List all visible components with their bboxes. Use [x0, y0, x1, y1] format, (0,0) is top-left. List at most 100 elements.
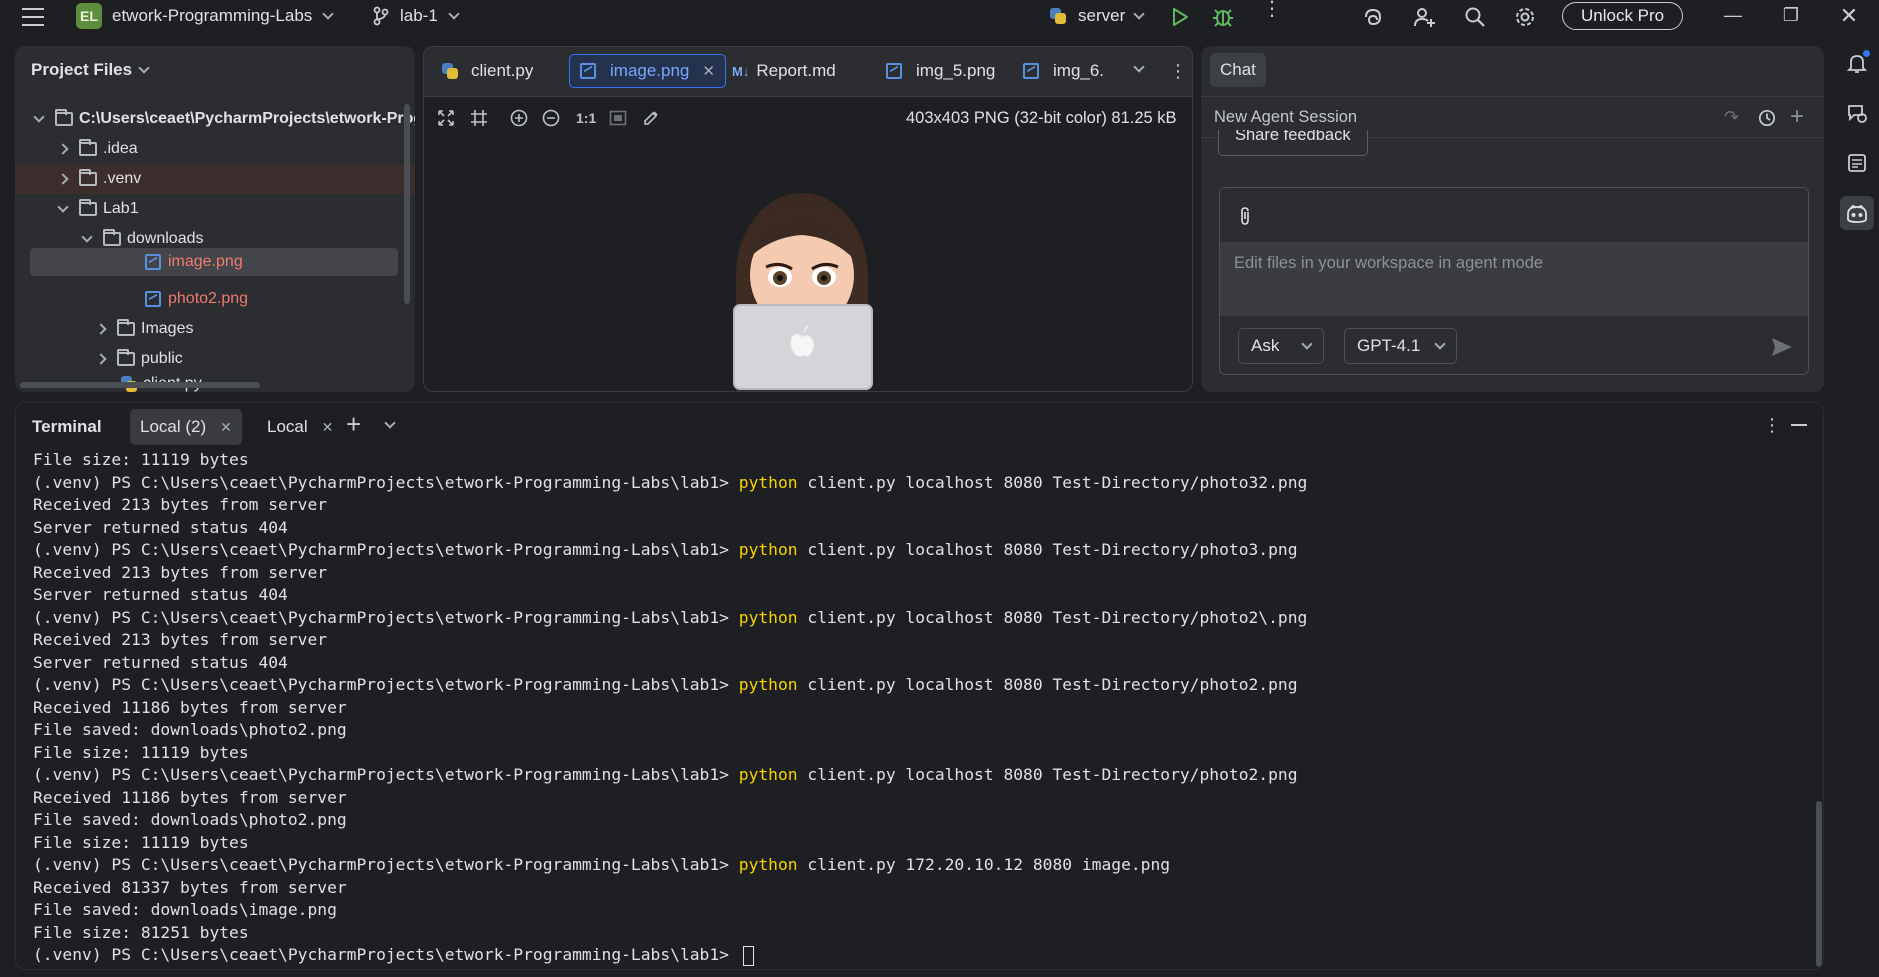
fit-zoom-icon[interactable]	[437, 109, 455, 127]
share-feedback-button[interactable]: Share feedback	[1218, 130, 1368, 156]
more-options-icon[interactable]: ⋮	[1262, 0, 1282, 19]
collapse-arrow-icon[interactable]	[57, 201, 69, 213]
terminal-header: Terminal Local (2) ✕ Local ✕ + ⋮	[16, 403, 1823, 451]
background-icon[interactable]	[609, 109, 627, 127]
gear-icon[interactable]	[1513, 5, 1537, 29]
minimize-icon[interactable]: —	[1704, 5, 1762, 26]
terminal-tab-local-2[interactable]: Local (2) ✕	[130, 409, 242, 445]
tree-item-photo2-png[interactable]: photo2.png	[145, 284, 248, 314]
tree-item-venv[interactable]: .venv	[15, 164, 415, 194]
expand-arrow-icon[interactable]	[57, 143, 69, 155]
chat-input[interactable]: Edit files in your workspace in agent mo…	[1220, 242, 1808, 316]
redo-icon[interactable]: ↷	[1724, 107, 1739, 128]
tree-item-client-py[interactable]: client.py	[121, 369, 202, 392]
terminal-command-line: (.venv) PS C:\Users\ceaet\PycharmProject…	[33, 764, 1298, 786]
terminal-options-icon[interactable]: ⋮	[1763, 415, 1781, 436]
vertical-scrollbar[interactable]	[404, 104, 410, 304]
command-args: client.py localhost 8080 Test-Directory/…	[797, 472, 1308, 492]
add-user-icon[interactable]	[1412, 5, 1436, 29]
run-icon[interactable]	[1171, 7, 1189, 27]
chat-tab[interactable]: Chat	[1210, 53, 1266, 87]
search-icon[interactable]	[1464, 6, 1486, 28]
close-tab-icon[interactable]: ✕	[322, 419, 334, 436]
git-branch-icon	[373, 6, 389, 26]
terminal-output-line: Server returned status 404	[33, 652, 288, 672]
new-terminal-icon[interactable]: +	[346, 409, 361, 440]
tree-item-images[interactable]: Images	[95, 314, 193, 344]
mode-select[interactable]: Ask	[1238, 328, 1325, 364]
close-tab-icon[interactable]: ✕	[220, 419, 232, 436]
new-session-icon[interactable]: +	[1790, 103, 1804, 131]
terminal-cursor	[742, 945, 754, 966]
tab-options-icon[interactable]: ⋮	[1169, 61, 1187, 82]
tab-img-6-png[interactable]: img_6.	[1013, 54, 1114, 88]
grid-icon[interactable]	[470, 109, 488, 127]
tab-list-chevron-icon[interactable]	[1133, 61, 1145, 73]
hide-panel-icon[interactable]	[1791, 424, 1807, 426]
zoom-in-icon[interactable]	[510, 109, 528, 127]
project-files-header[interactable]: Project Files	[31, 60, 150, 80]
document-icon[interactable]	[1840, 146, 1874, 180]
chevron-down-icon	[322, 8, 334, 20]
prompt: (.venv) PS C:\Users\ceaet\PycharmProject…	[33, 675, 739, 694]
copilot-icon[interactable]	[1839, 196, 1874, 230]
terminal-panel: Terminal Local (2) ✕ Local ✕ + ⋮ File si…	[15, 402, 1824, 970]
command-keyword: python	[738, 607, 798, 627]
debug-icon[interactable]	[1212, 6, 1234, 28]
prompt: (.venv) PS C:\Users\ceaet\PycharmProject…	[33, 472, 739, 492]
command-args: client.py localhost 8080 Test-Directory/…	[797, 765, 1298, 784]
terminal-output-line: Received 11186 bytes from server	[33, 787, 347, 807]
run-config-selector[interactable]: server	[1050, 6, 1145, 26]
ai-assistant-icon[interactable]	[1362, 6, 1384, 28]
terminal-current-prompt[interactable]: (.venv) PS C:\Users\ceaet\PycharmProject…	[33, 944, 754, 966]
restore-icon[interactable]: ❐	[1762, 5, 1820, 26]
color-picker-icon[interactable]	[642, 109, 660, 127]
project-files-panel: Project Files C:\Users\ceaet\PycharmProj…	[15, 46, 415, 392]
expand-arrow-icon[interactable]	[57, 173, 69, 185]
chat-placeholder: Edit files in your workspace in agent mo…	[1234, 254, 1544, 272]
tree-item-idea[interactable]: .idea	[57, 134, 138, 164]
chevron-down-icon	[1301, 338, 1314, 350]
expand-arrow-icon[interactable]	[95, 353, 107, 365]
avatar-image-preview	[733, 193, 873, 391]
tab-image-png[interactable]: image.png ✕	[569, 54, 726, 88]
chevron-down-icon	[1133, 8, 1145, 20]
terminal-scrollbar[interactable]	[1816, 801, 1822, 967]
history-icon[interactable]	[1758, 109, 1776, 127]
folder-icon	[117, 319, 135, 336]
expand-arrow-icon[interactable]	[95, 323, 107, 335]
collapse-arrow-icon[interactable]	[33, 111, 45, 123]
tree-item-image-png[interactable]: image.png	[30, 248, 398, 276]
tab-report-md[interactable]: M↓ Report.md	[722, 54, 846, 88]
command-keyword: python	[738, 765, 798, 784]
image-info: 403x403 PNG (32-bit color) 81.25 kB	[906, 109, 1177, 127]
tab-img-5-png[interactable]: img_5.png	[876, 54, 1005, 88]
zoom-out-icon[interactable]	[542, 109, 560, 127]
run-config-name: server	[1078, 6, 1126, 25]
horizontal-scrollbar[interactable]	[20, 382, 260, 388]
editor-tab-bar: client.py image.png ✕ M↓ Report.md img_5…	[424, 47, 1192, 97]
model-select[interactable]: GPT-4.1	[1344, 328, 1458, 364]
tree-item-lab1[interactable]: Lab1	[57, 194, 139, 224]
tree-item-root[interactable]: C:\Users\ceaet\PycharmProjects\etwork-Pr…	[33, 104, 415, 134]
terminal-title: Terminal	[32, 417, 102, 436]
ai-chat-icon[interactable]	[1840, 96, 1874, 130]
close-tab-icon[interactable]: ✕	[702, 62, 715, 80]
tab-client-py[interactable]: client.py	[432, 54, 543, 88]
collapse-arrow-icon[interactable]	[81, 231, 93, 243]
image-file-icon	[580, 63, 596, 79]
prompt: (.venv) PS C:\Users\ceaet\PycharmProject…	[33, 855, 739, 874]
close-icon[interactable]: ✕	[1820, 3, 1878, 29]
actual-size-button[interactable]: 1:1	[576, 110, 596, 126]
terminal-tab-local[interactable]: Local ✕	[261, 409, 339, 445]
terminal-dropdown-icon[interactable]	[384, 417, 396, 429]
main-menu-icon[interactable]	[22, 8, 44, 26]
send-icon[interactable]	[1770, 336, 1794, 358]
unlock-pro-button[interactable]: Unlock Pro	[1562, 2, 1684, 30]
project-name: etwork-Programming-Labs	[112, 6, 313, 25]
notifications-icon[interactable]	[1840, 46, 1874, 80]
branch-switcher[interactable]: lab-1	[372, 6, 460, 26]
project-switcher[interactable]: EL etwork-Programming-Labs	[76, 3, 334, 29]
attach-icon[interactable]	[1238, 206, 1252, 226]
command-args: client.py localhost 8080 Test-Directory/…	[797, 607, 1308, 627]
